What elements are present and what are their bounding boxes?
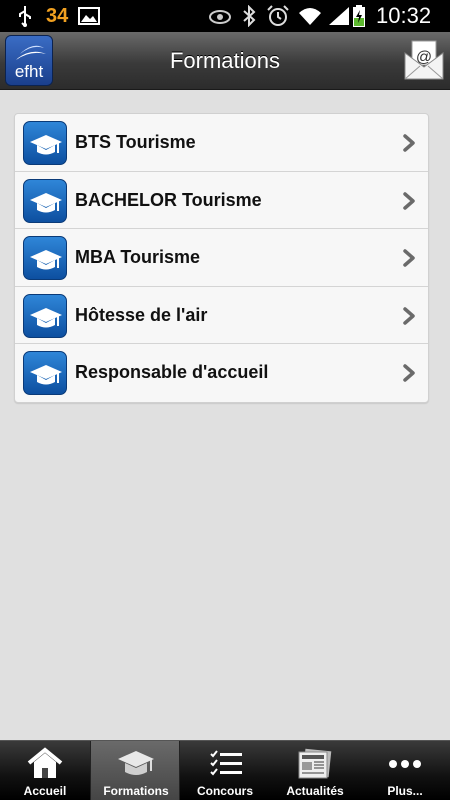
formations-list: BTS Tourisme BACHELOR Tourisme MBA Tourism… [14, 113, 429, 403]
chevron-right-icon [402, 307, 416, 325]
tab-plus[interactable]: Plus... [360, 741, 450, 800]
list-item-label: MBA Tourisme [75, 247, 201, 268]
logo-text: efht [14, 62, 44, 81]
tab-concours[interactable]: Concours [180, 741, 270, 800]
graduation-cap-icon [116, 747, 156, 781]
more-icon [385, 747, 425, 781]
graduation-cap-icon [23, 178, 67, 223]
tab-bar: Accueil Formations Concours Actualités Plus.… [0, 740, 450, 800]
chevron-right-icon [402, 191, 416, 210]
wifi-icon [298, 4, 322, 28]
signal-icon [328, 4, 350, 28]
tab-label: Formations [103, 784, 169, 798]
list-item[interactable]: Hôtesse de l'air [15, 287, 428, 345]
alarm-icon [266, 4, 290, 28]
battery-icon [352, 4, 366, 28]
tab-label: Concours [196, 784, 253, 798]
bluetooth-icon [242, 4, 256, 28]
list-item[interactable]: MBA Tourisme [15, 229, 428, 287]
mail-button[interactable]: @ [404, 39, 444, 81]
status-bar: 34 10:32 [0, 0, 450, 32]
newspaper-icon [295, 747, 335, 781]
list-item-label: Responsable d'accueil [75, 362, 269, 383]
graduation-cap-icon [23, 293, 67, 338]
chevron-right-icon [402, 249, 416, 267]
graduation-cap-icon [23, 351, 67, 396]
graduation-cap-icon [23, 236, 67, 281]
chevron-right-icon [402, 364, 416, 383]
list-item-label: BTS Tourisme [75, 132, 196, 152]
list-item[interactable]: Responsable d'accueil [15, 344, 428, 402]
svg-text:@: @ [416, 49, 432, 66]
list-item[interactable]: BTS Tourisme [15, 114, 428, 172]
tab-label: Plus... [387, 784, 423, 798]
tab-label: Accueil [23, 784, 67, 798]
app-logo[interactable]: efht [5, 35, 53, 86]
list-item-label: BACHELOR Tourisme [75, 189, 262, 210]
tab-label: Actualités [286, 784, 344, 798]
picture-icon [78, 4, 100, 28]
tab-accueil[interactable]: Accueil [0, 741, 90, 800]
action-bar: Formations efht @ [0, 32, 450, 90]
home-icon [25, 747, 65, 781]
list-item-label: Hôtesse de l'air [75, 304, 208, 325]
graduation-cap-icon [23, 121, 67, 165]
eye-icon [208, 4, 232, 28]
usb-icon [18, 4, 32, 28]
page-title: Formations [169, 48, 281, 73]
checklist-icon [205, 747, 245, 781]
mail-icon: @ [404, 40, 444, 80]
chevron-right-icon [402, 134, 416, 152]
clock: 10:32 [376, 3, 432, 28]
tab-formations[interactable]: Formations [90, 741, 180, 800]
tab-actualits[interactable]: Actualités [270, 741, 360, 800]
temperature-indicator: 34 [46, 4, 69, 27]
list-item[interactable]: BACHELOR Tourisme [15, 172, 428, 230]
